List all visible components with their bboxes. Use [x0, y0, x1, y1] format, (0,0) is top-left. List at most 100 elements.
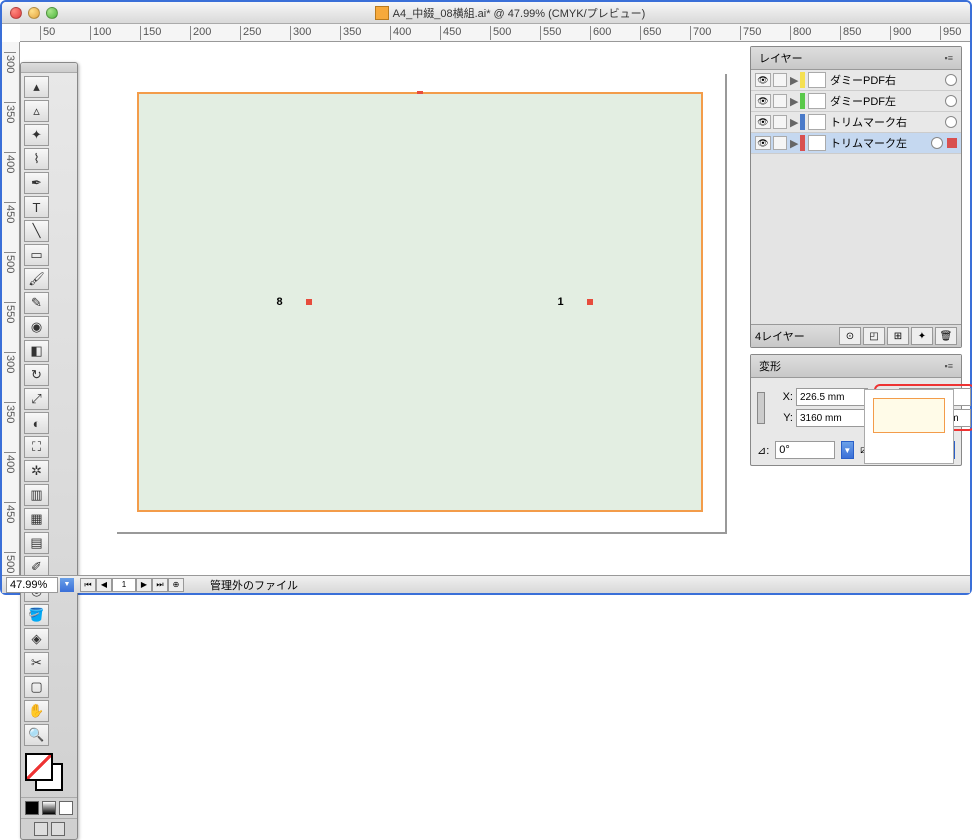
- rectangle-tool[interactable]: ▭: [24, 244, 49, 266]
- slice-tool[interactable]: ✂: [24, 652, 49, 674]
- layer-row[interactable]: 👁 ▶ ダミーPDF左: [751, 91, 961, 112]
- layer-thumbnail: [808, 114, 826, 130]
- direct-selection-tool[interactable]: ▵: [24, 100, 49, 122]
- hand-tool[interactable]: ✋: [24, 700, 49, 722]
- window-titlebar: A4_中綴_08横組.ai* @ 47.99% (CMYK/プレビュー): [2, 2, 970, 24]
- artboard-navigation: ⏮ ◀ 1 ▶ ⏭ ⊕: [80, 578, 184, 592]
- screen-mode-full[interactable]: [51, 822, 65, 836]
- layer-row[interactable]: 👁 ▶ ダミーPDF右: [751, 70, 961, 91]
- live-paint-selection-tool[interactable]: ◈: [24, 628, 49, 650]
- fill-color[interactable]: [25, 753, 53, 781]
- artboard-more-button[interactable]: ⊕: [168, 578, 184, 592]
- expand-icon[interactable]: ▶: [790, 95, 800, 108]
- live-paint-tool[interactable]: 🪣: [24, 604, 49, 626]
- scale-tool[interactable]: ⤢: [24, 388, 49, 410]
- artboard-tool[interactable]: ▢: [24, 676, 49, 698]
- next-artboard-button[interactable]: ▶: [136, 578, 152, 592]
- target-icon[interactable]: [945, 74, 957, 86]
- prev-artboard-button[interactable]: ◀: [96, 578, 112, 592]
- last-artboard-button[interactable]: ⏭: [152, 578, 168, 592]
- tools-panel[interactable]: ▴ ▵ ✦ ⌇ ✒ T ╲ ▭ 🖌 ✎ ◉ ◧ ↻ ⤢ ◐ ⛶ ✲ ▥ ▦ ▤ …: [20, 62, 78, 840]
- rotate-label: ⊿:: [757, 444, 769, 457]
- color-mode-button[interactable]: [25, 801, 39, 815]
- rotate-dropdown[interactable]: ▼: [841, 441, 855, 459]
- warp-tool[interactable]: ◐: [24, 412, 49, 434]
- eraser-tool[interactable]: ◧: [24, 340, 49, 362]
- lock-toggle[interactable]: [773, 94, 787, 108]
- zoom-tool[interactable]: 🔍: [24, 724, 49, 746]
- free-transform-tool[interactable]: ⛶: [24, 436, 49, 458]
- x-input[interactable]: [796, 388, 868, 406]
- gradient-tool[interactable]: ▤: [24, 532, 49, 554]
- target-icon[interactable]: [931, 137, 943, 149]
- panel-drag-handle[interactable]: [21, 63, 77, 73]
- document-spread: 8 1: [137, 92, 703, 512]
- visibility-toggle[interactable]: 👁: [755, 73, 771, 87]
- layer-thumbnail: [808, 135, 826, 151]
- target-icon[interactable]: [945, 116, 957, 128]
- mesh-tool[interactable]: ▦: [24, 508, 49, 530]
- page-left[interactable]: 8: [139, 94, 420, 510]
- layer-row[interactable]: 👁 ▶ トリムマーク右: [751, 112, 961, 133]
- visibility-toggle[interactable]: 👁: [755, 136, 771, 150]
- lock-toggle[interactable]: [773, 136, 787, 150]
- none-mode-button[interactable]: [59, 801, 73, 815]
- paintbrush-tool[interactable]: 🖌: [24, 268, 49, 290]
- type-tool[interactable]: T: [24, 196, 49, 218]
- artboard-number[interactable]: 1: [112, 578, 136, 592]
- panel-menu-icon[interactable]: ▪≡: [945, 53, 953, 63]
- zoom-window-button[interactable]: [46, 7, 58, 19]
- selection-tool[interactable]: ▴: [24, 76, 49, 98]
- minimize-window-button[interactable]: [28, 7, 40, 19]
- graph-tool[interactable]: ▥: [24, 484, 49, 506]
- first-artboard-button[interactable]: ⏮: [80, 578, 96, 592]
- new-sublayer-button[interactable]: ⊞: [887, 327, 909, 345]
- reference-point-selector[interactable]: [757, 392, 765, 424]
- gradient-mode-button[interactable]: [42, 801, 56, 815]
- navigator-thumbnail[interactable]: [864, 389, 954, 464]
- layer-name[interactable]: ダミーPDF左: [830, 93, 945, 109]
- magic-wand-tool[interactable]: ✦: [24, 124, 49, 146]
- zoom-input[interactable]: 47.99%: [6, 577, 58, 593]
- layer-row[interactable]: 👁 ▶ トリムマーク左: [751, 133, 961, 154]
- vertical-ruler[interactable]: 300350400450500550300350400450500: [2, 42, 20, 575]
- layer-name[interactable]: トリムマーク左: [830, 135, 931, 151]
- pencil-tool[interactable]: ✎: [24, 292, 49, 314]
- delete-layer-button[interactable]: 🗑: [935, 327, 957, 345]
- visibility-toggle[interactable]: 👁: [755, 115, 771, 129]
- canvas-area[interactable]: 8 1: [20, 42, 740, 575]
- rotate-tool[interactable]: ↻: [24, 364, 49, 386]
- lock-toggle[interactable]: [773, 115, 787, 129]
- layers-empty-area[interactable]: [751, 154, 961, 324]
- horizontal-ruler[interactable]: 5010015020025030035040045050055060065070…: [20, 24, 970, 42]
- close-window-button[interactable]: [10, 7, 22, 19]
- layers-panel-tab[interactable]: レイヤー▪≡: [751, 47, 961, 70]
- pen-tool[interactable]: ✒: [24, 172, 49, 194]
- blob-brush-tool[interactable]: ◉: [24, 316, 49, 338]
- line-tool[interactable]: ╲: [24, 220, 49, 242]
- page-right[interactable]: 1: [420, 94, 701, 510]
- layer-name[interactable]: ダミーPDF右: [830, 72, 945, 88]
- expand-icon[interactable]: ▶: [790, 74, 800, 87]
- layers-panel[interactable]: レイヤー▪≡ 👁 ▶ ダミーPDF右 👁 ▶ ダミーPDF左 👁 ▶ トリムマーク右 👁 ▶ トリムマ…: [750, 46, 962, 348]
- expand-icon[interactable]: ▶: [790, 116, 800, 129]
- panel-menu-icon[interactable]: ▪≡: [945, 361, 953, 371]
- rotate-input[interactable]: 0°: [775, 441, 834, 459]
- y-input[interactable]: [796, 409, 868, 427]
- layer-color: [800, 135, 805, 151]
- target-icon[interactable]: [945, 95, 957, 107]
- lock-toggle[interactable]: [773, 73, 787, 87]
- artboard[interactable]: 8 1: [115, 72, 725, 532]
- expand-icon[interactable]: ▶: [790, 137, 800, 150]
- make-clipping-mask-button[interactable]: ◰: [863, 327, 885, 345]
- zoom-dropdown[interactable]: ▼: [60, 578, 74, 592]
- lasso-tool[interactable]: ⌇: [24, 148, 49, 170]
- transform-panel-tab[interactable]: 変形▪≡: [751, 355, 961, 378]
- locate-object-button[interactable]: ⊙: [839, 327, 861, 345]
- symbol-sprayer-tool[interactable]: ✲: [24, 460, 49, 482]
- new-layer-button[interactable]: ✦: [911, 327, 933, 345]
- screen-mode-normal[interactable]: [34, 822, 48, 836]
- visibility-toggle[interactable]: 👁: [755, 94, 771, 108]
- fill-stroke-swatch[interactable]: [25, 753, 73, 793]
- layer-name[interactable]: トリムマーク右: [830, 114, 945, 130]
